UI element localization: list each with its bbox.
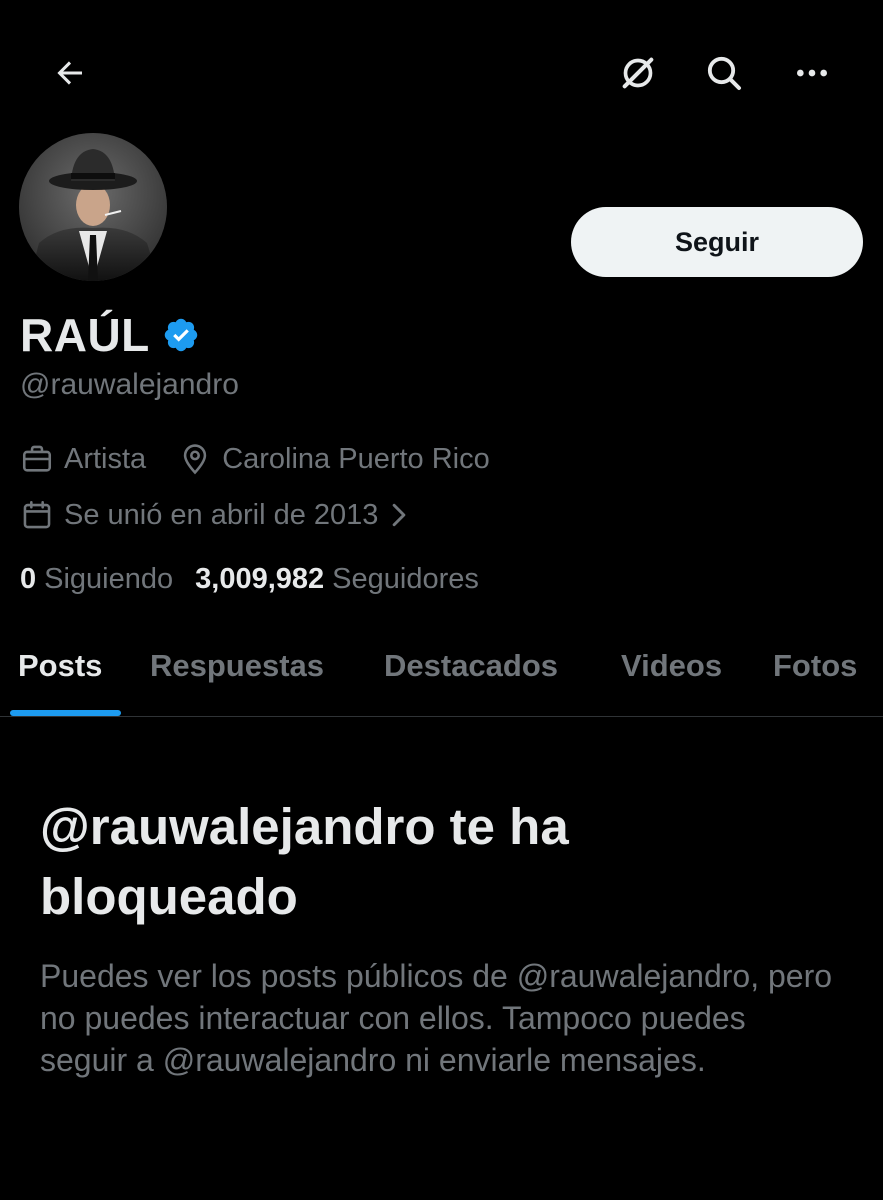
tab-fotos[interactable]: Fotos (773, 648, 857, 684)
profile-meta-row: Artista Carolina Puerto Rico (20, 442, 490, 476)
more-icon[interactable] (790, 51, 834, 95)
tabs-divider (0, 716, 883, 717)
followers-count: 3,009,982 (195, 563, 325, 595)
blocked-notice-body: Puedes ver los posts públicos de @rauwal… (40, 958, 833, 1078)
followers-link[interactable]: 3,009,982 Seguidores (195, 563, 479, 596)
top-navigation-bar (0, 0, 883, 130)
followers-label: Seguidores (332, 563, 479, 595)
joined-date-row[interactable]: Se unió en abril de 2013 (20, 498, 410, 532)
grok-icon[interactable] (616, 51, 660, 95)
location-pin-icon (178, 442, 212, 476)
avatar[interactable] (19, 133, 167, 281)
joined-text: Se unió en abril de 2013 (64, 498, 379, 531)
profile-handle: @rauwalejandro (20, 368, 239, 401)
following-label: Siguiendo (44, 563, 174, 595)
calendar-icon (20, 498, 54, 532)
tab-destacados[interactable]: Destacados (384, 648, 558, 684)
following-link[interactable]: 0 Siguiendo (20, 563, 173, 596)
follow-stats: 0 Siguiendo 3,009,982 Seguidores (20, 563, 479, 596)
profile-name-row: RAÚL (20, 305, 200, 365)
follow-button[interactable]: Seguir (571, 207, 863, 277)
chevron-right-icon (388, 502, 410, 528)
blocked-notice-title: @rauwalejandro te ha bloqueado (40, 798, 569, 925)
profile-tabs: Posts Respuestas Destacados Videos Fotos (0, 630, 883, 716)
tab-videos[interactable]: Videos (621, 648, 722, 684)
tab-posts[interactable]: Posts (18, 648, 102, 684)
briefcase-icon (20, 442, 54, 476)
profession-text: Artista (64, 442, 147, 475)
back-arrow-icon[interactable] (48, 51, 92, 95)
location-text: Carolina Puerto Rico (222, 442, 490, 475)
search-icon[interactable] (702, 51, 746, 95)
display-name: RAÚL (20, 309, 150, 361)
verified-badge-icon (164, 318, 197, 352)
following-count: 0 (20, 563, 37, 595)
tab-respuestas[interactable]: Respuestas (150, 648, 324, 684)
